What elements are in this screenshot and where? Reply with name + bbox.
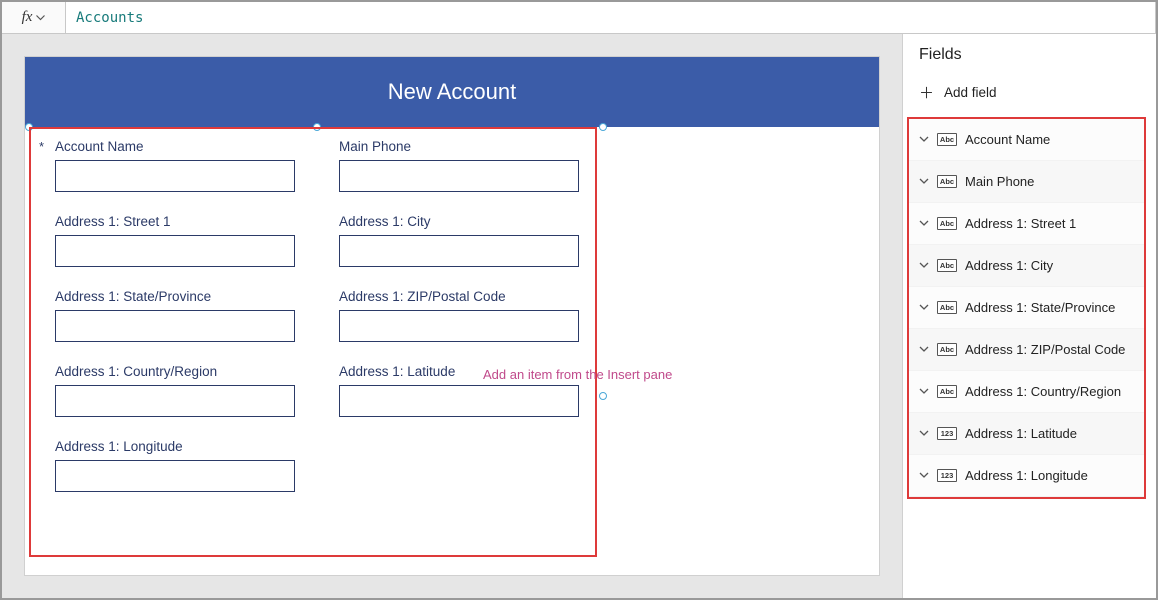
text-type-icon: Abc <box>937 217 957 230</box>
text-input[interactable] <box>55 385 295 417</box>
text-input[interactable] <box>55 235 295 267</box>
chevron-down-icon <box>919 346 929 353</box>
app-screen: New Account Add an item from the Insert … <box>24 56 880 576</box>
formula-bar: fx Accounts <box>2 2 1156 34</box>
field-list-label: Address 1: ZIP/Postal Code <box>965 342 1125 357</box>
text-type-icon: Abc <box>937 343 957 356</box>
field-label: Address 1: Street 1 <box>55 214 295 229</box>
form-field[interactable]: Address 1: ZIP/Postal Code <box>339 289 579 342</box>
field-label: Address 1: State/Province <box>55 289 295 304</box>
add-field-label: Add field <box>944 85 997 100</box>
chevron-down-icon <box>919 430 929 437</box>
form-field[interactable]: Address 1: Country/Region <box>55 364 295 417</box>
field-list-item[interactable]: Abc Account Name <box>909 119 1144 161</box>
add-field-button[interactable]: ＋ Add field <box>903 74 1156 115</box>
form-field[interactable]: Main Phone <box>339 139 579 192</box>
field-label: Account Name <box>55 139 295 154</box>
chevron-down-icon <box>36 15 45 21</box>
text-input[interactable] <box>55 460 295 492</box>
plus-icon: ＋ <box>919 82 934 103</box>
text-input[interactable] <box>339 235 579 267</box>
field-label: Address 1: City <box>339 214 579 229</box>
selection-handle-icon[interactable] <box>599 392 607 400</box>
field-list-label: Address 1: City <box>965 258 1053 273</box>
text-type-icon: Abc <box>937 175 957 188</box>
chevron-down-icon <box>919 388 929 395</box>
chevron-down-icon <box>919 178 929 185</box>
fields-list: Abc Account Name Abc Main Phone Abc Address 1… <box>907 117 1146 499</box>
text-input[interactable] <box>55 160 295 192</box>
text-input[interactable] <box>339 160 579 192</box>
form-field[interactable]: Address 1: City <box>339 214 579 267</box>
field-list-item[interactable]: Abc Address 1: Street 1 <box>909 203 1144 245</box>
form-field[interactable]: Address 1: State/Province <box>55 289 295 342</box>
field-list-label: Account Name <box>965 132 1050 147</box>
field-list-item[interactable]: Abc Address 1: State/Province <box>909 287 1144 329</box>
selection-handle-icon[interactable] <box>599 123 607 131</box>
text-type-icon: Abc <box>937 133 957 146</box>
form-field[interactable]: Address 1: Longitude <box>55 439 295 492</box>
number-type-icon: 123 <box>937 427 957 440</box>
chevron-down-icon <box>919 472 929 479</box>
field-list-label: Address 1: Country/Region <box>965 384 1121 399</box>
chevron-down-icon <box>919 262 929 269</box>
form-field[interactable]: Address 1: Street 1 <box>55 214 295 267</box>
field-label: Address 1: Country/Region <box>55 364 295 379</box>
required-icon: * <box>39 139 44 154</box>
field-list-label: Address 1: Longitude <box>965 468 1088 483</box>
text-input[interactable] <box>339 385 579 417</box>
formula-input[interactable]: Accounts <box>66 2 1156 33</box>
field-list-label: Address 1: Street 1 <box>965 216 1076 231</box>
field-list-item[interactable]: Abc Main Phone <box>909 161 1144 203</box>
form-control[interactable]: * Account Name Main Phone Address 1: Stree… <box>29 127 597 557</box>
insert-hint: Add an item from the Insert pane <box>483 367 672 382</box>
fields-panel: Fields ＋ Add field Abc Account Name Abc Mai… <box>902 34 1156 598</box>
field-list-item[interactable]: Abc Address 1: Country/Region <box>909 371 1144 413</box>
chevron-down-icon <box>919 220 929 227</box>
text-input[interactable] <box>339 310 579 342</box>
fx-label: fx <box>22 9 33 26</box>
field-label: Main Phone <box>339 139 579 154</box>
text-input[interactable] <box>55 310 295 342</box>
field-list-label: Address 1: State/Province <box>965 300 1115 315</box>
text-type-icon: Abc <box>937 301 957 314</box>
canvas-area[interactable]: New Account Add an item from the Insert … <box>2 34 902 598</box>
text-type-icon: Abc <box>937 385 957 398</box>
field-list-item[interactable]: 123 Address 1: Latitude <box>909 413 1144 455</box>
field-label: Address 1: Longitude <box>55 439 295 454</box>
form-field[interactable]: Account Name <box>55 139 295 192</box>
field-list-label: Address 1: Latitude <box>965 426 1077 441</box>
fields-panel-title: Fields <box>903 34 1156 74</box>
text-type-icon: Abc <box>937 259 957 272</box>
form-title: New Account <box>25 57 879 127</box>
field-label: Address 1: ZIP/Postal Code <box>339 289 579 304</box>
number-type-icon: 123 <box>937 469 957 482</box>
field-list-item[interactable]: 123 Address 1: Longitude <box>909 455 1144 497</box>
field-list-item[interactable]: Abc Address 1: City <box>909 245 1144 287</box>
chevron-down-icon <box>919 136 929 143</box>
fx-dropdown[interactable]: fx <box>2 2 66 33</box>
field-list-label: Main Phone <box>965 174 1034 189</box>
field-list-item[interactable]: Abc Address 1: ZIP/Postal Code <box>909 329 1144 371</box>
chevron-down-icon <box>919 304 929 311</box>
